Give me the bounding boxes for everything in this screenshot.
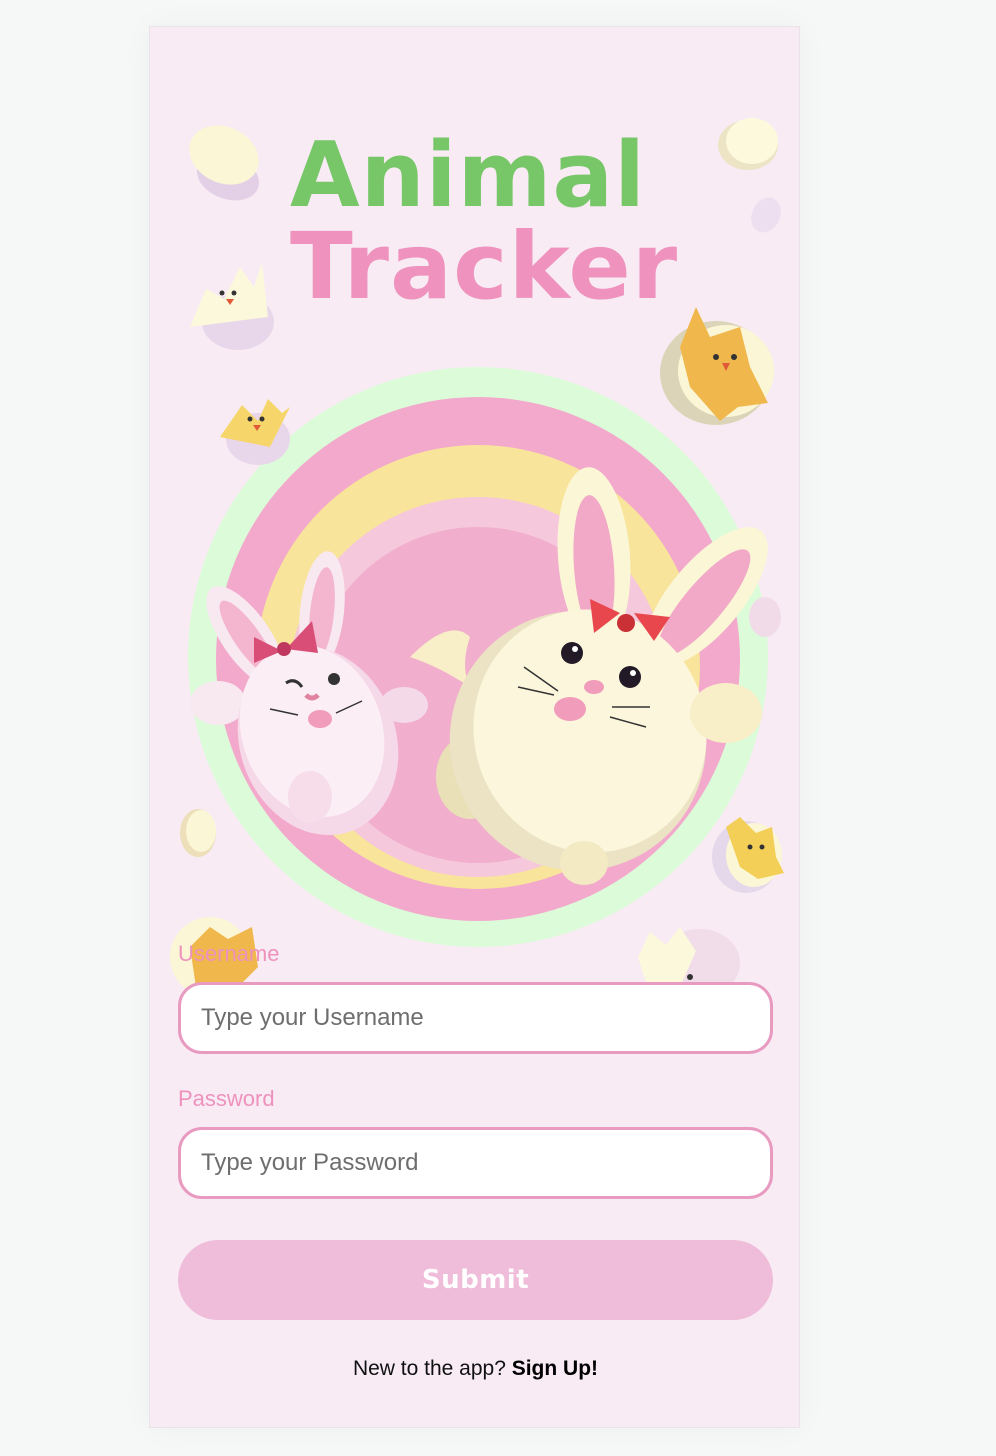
- password-label: Password: [178, 1086, 275, 1111]
- hatching-chick-icon: [712, 817, 784, 893]
- username-label: Username: [178, 941, 280, 966]
- signup-prompt: New to the app? Sign Up!: [150, 1357, 799, 1381]
- egg-icon: [180, 809, 216, 857]
- app-title-line2: Tracker: [290, 213, 679, 320]
- submit-button[interactable]: Submit: [178, 1240, 773, 1320]
- egg-icon: [749, 597, 781, 637]
- login-card: Animal Tracker Username Password Submit …: [149, 26, 800, 1428]
- username-input[interactable]: [178, 982, 773, 1054]
- signup-prompt-text: New to the app?: [352, 1357, 512, 1380]
- hatching-chick-icon: [190, 263, 274, 350]
- egg-icon: [751, 197, 781, 233]
- egg-icon: [189, 125, 259, 201]
- hatching-chick-icon: [660, 307, 774, 425]
- signup-link[interactable]: Sign Up!: [512, 1357, 598, 1380]
- egg-icon: [718, 118, 778, 170]
- password-input[interactable]: [178, 1127, 773, 1199]
- hatching-chick-icon: [220, 399, 290, 465]
